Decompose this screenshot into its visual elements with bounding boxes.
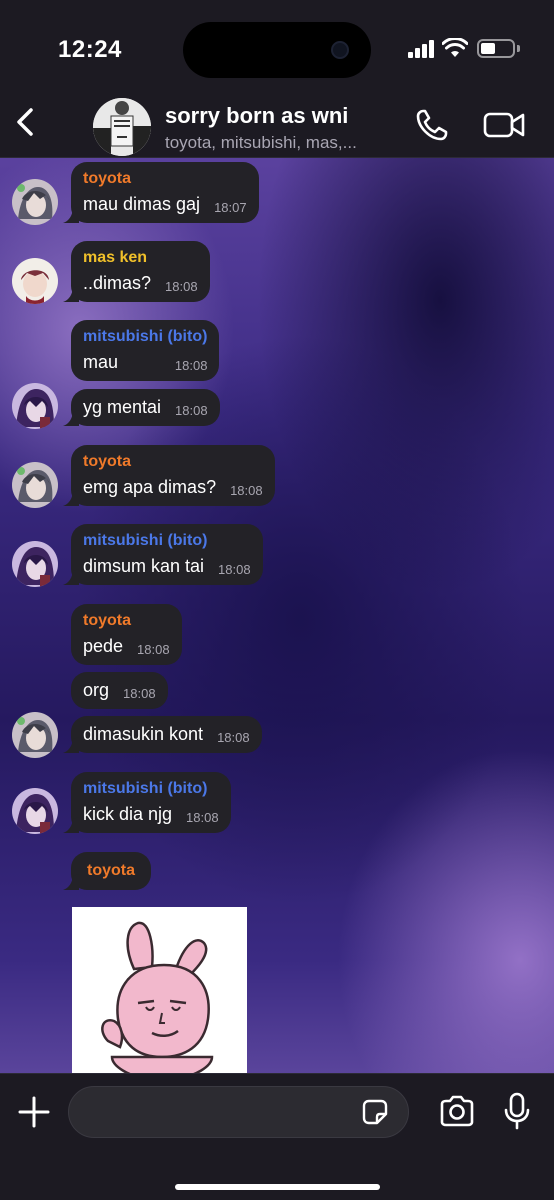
group-avatar[interactable] (93, 98, 151, 156)
message-composer (0, 1073, 554, 1200)
message-sender: toyota (83, 612, 131, 629)
message-time: 18:08 (217, 730, 250, 745)
message-text: ..dimas? (83, 273, 152, 293)
message-sender: mitsubishi (bito) (83, 328, 208, 345)
message-time: 18:07 (214, 200, 247, 215)
avatar-toyota[interactable] (12, 712, 58, 758)
message-bubble[interactable]: dimasukin kont 18:08 (63, 716, 262, 753)
battery-icon (477, 39, 515, 58)
chevron-left-icon[interactable] (10, 102, 40, 142)
avatar-mitsubishi[interactable] (12, 541, 58, 587)
message-input[interactable] (68, 1086, 409, 1138)
status-bar: 12:24 (0, 0, 554, 90)
avatar-mitsubishi[interactable] (12, 383, 58, 429)
message-bubble[interactable]: mitsubishi (bito) dimsum kan tai 18:08 (63, 524, 263, 585)
message-time: 18:08 (165, 279, 198, 294)
plus-icon[interactable] (17, 1095, 51, 1129)
message-time: 18:08 (123, 686, 156, 701)
message-text: mau dimas gaj (83, 194, 201, 214)
message-text: dimsum kan tai (83, 556, 205, 576)
message-text: kick dia njg (83, 804, 173, 824)
chat-screen: 12:24 sorry born as wni toyota, mitsubis… (0, 0, 554, 1200)
message-time: 18:08 (174, 358, 208, 373)
message-sender: mas ken (83, 249, 148, 266)
avatar-mitsubishi[interactable] (12, 788, 58, 834)
home-indicator[interactable] (175, 1184, 380, 1190)
message-bubble[interactable]: toyota (63, 852, 151, 890)
message-time: 18:08 (218, 562, 251, 577)
message-sender: toyota (83, 453, 131, 470)
message-bubble[interactable]: toyota pede 18:08 (71, 604, 182, 665)
chat-header: sorry born as wni toyota, mitsubishi, ma… (0, 90, 554, 158)
camera-icon[interactable] (438, 1094, 476, 1128)
message-bubble[interactable]: mas ken ..dimas? 18:08 (63, 241, 210, 302)
video-camera-icon[interactable] (483, 108, 525, 142)
message-bubble[interactable]: mitsubishi (bito) mau 18:08 (71, 320, 220, 381)
message-bubble[interactable]: yg mentai 18:08 (63, 389, 220, 426)
message-time: 18:08 (175, 403, 208, 418)
message-bubble[interactable]: toyota mau dimas gaj 18:07 (63, 162, 259, 223)
message-bubble[interactable]: mitsubishi (bito) kick dia njg 18:08 (63, 772, 231, 833)
microphone-icon[interactable] (504, 1092, 530, 1130)
sticker-icon[interactable] (361, 1098, 389, 1126)
message-sender: toyota (83, 170, 131, 187)
message-text: pede (83, 636, 124, 656)
message-time: 18:08 (137, 642, 170, 657)
phone-icon[interactable] (414, 107, 450, 143)
pink-bunny-sticker-icon (72, 907, 247, 1077)
message-text: mau (83, 352, 119, 372)
avatar-toyota[interactable] (12, 179, 58, 225)
message-sender: toyota (87, 862, 135, 879)
status-time: 12:24 (58, 36, 122, 63)
message-bubble[interactable]: org 18:08 (71, 672, 168, 709)
wifi-icon (442, 38, 468, 57)
dynamic-island (183, 22, 371, 78)
avatar-mas-ken[interactable] (12, 258, 58, 304)
message-time: 18:08 (186, 810, 219, 825)
message-sender: mitsubishi (bito) (83, 532, 208, 549)
message-sender: mitsubishi (bito) (83, 780, 208, 797)
cellular-signal-icon (408, 40, 436, 58)
group-members[interactable]: toyota, mitsubishi, mas,... (165, 133, 357, 153)
bunny-sticker[interactable] (72, 907, 247, 1077)
group-title[interactable]: sorry born as wni (165, 103, 348, 129)
message-text: dimasukin kont (83, 724, 204, 744)
message-bubble[interactable]: toyota emg apa dimas? 18:08 (63, 445, 275, 506)
avatar-toyota[interactable] (12, 462, 58, 508)
message-text: org (83, 680, 110, 700)
message-text: emg apa dimas? (83, 477, 217, 497)
message-text: yg mentai (83, 397, 162, 417)
message-time: 18:08 (230, 483, 263, 498)
